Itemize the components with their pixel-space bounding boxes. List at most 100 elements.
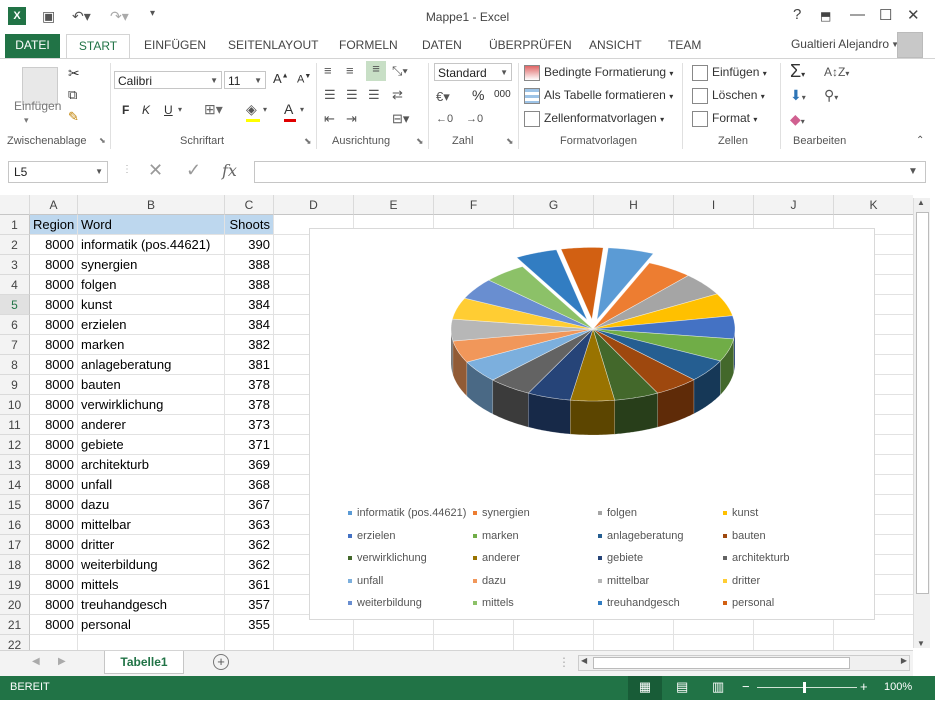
table-cell[interactable] [354,635,434,650]
align-right-icon[interactable]: ☰ [368,87,380,103]
tab-formeln[interactable]: FORMELN [339,38,398,52]
table-cell[interactable]: anderer [78,415,225,435]
enter-icon[interactable]: ✓ [186,160,201,181]
column-header-g[interactable]: G [514,195,594,215]
zoom-slider-thumb[interactable] [803,682,806,693]
legend-entry[interactable]: mittelbar [598,575,649,587]
sort-filter-icon[interactable]: A↕Z▾ [824,65,849,79]
table-cell[interactable]: 8000 [30,235,78,255]
legend-entry[interactable]: bauten [723,530,766,542]
tab-einfuegen[interactable]: EINFÜGEN [144,38,206,52]
align-left-icon[interactable]: ☰ [324,87,336,103]
table-cell[interactable]: 8000 [30,335,78,355]
table-cell[interactable]: 388 [225,255,274,275]
row-header[interactable]: 20 [0,595,30,615]
scroll-left-icon[interactable]: ◀ [581,656,587,665]
legend-entry[interactable]: dazu [473,575,506,587]
row-header[interactable]: 1 [0,215,30,235]
table-cell[interactable]: bauten [78,375,225,395]
clear-icon[interactable]: ◆▾ [790,111,805,128]
table-cell[interactable]: personal [78,615,225,635]
table-cell[interactable]: kunst [78,295,225,315]
legend-entry[interactable]: architekturb [723,552,789,564]
splitter-icon[interactable]: ⋮ [558,655,570,669]
font-color-dropdown-icon[interactable]: ▾ [300,105,304,114]
legend-entry[interactable]: weiterbildung [348,597,422,609]
scroll-down-icon[interactable]: ▼ [917,639,925,648]
column-header-i[interactable]: I [674,195,754,215]
orientation-icon[interactable]: ⤡▾ [392,63,408,79]
new-sheet-button[interactable]: + [213,654,229,670]
splitter-icon[interactable]: ⋮ [122,164,132,175]
table-cell[interactable]: erzielen [78,315,225,335]
page-layout-view-icon[interactable]: ▤ [676,679,688,695]
table-cell[interactable]: 8000 [30,575,78,595]
table-cell[interactable]: 362 [225,535,274,555]
legend-entry[interactable]: erzielen [348,530,396,542]
table-cell[interactable]: 378 [225,395,274,415]
copy-icon[interactable]: ⧉ [68,87,77,103]
alignment-launcher-icon[interactable]: ⬊ [416,136,424,147]
row-header[interactable]: 12 [0,435,30,455]
column-header-f[interactable]: F [434,195,514,215]
table-cell[interactable]: 362 [225,555,274,575]
scroll-up-icon[interactable]: ▲ [917,198,925,207]
table-cell[interactable]: 8000 [30,315,78,335]
table-cell[interactable]: weiterbildung [78,555,225,575]
tab-ansicht[interactable]: ANSICHT [589,38,642,52]
tab-start[interactable]: START [66,34,130,59]
page-break-view-icon[interactable]: ▥ [712,679,724,695]
legend-entry[interactable]: marken [473,530,519,542]
table-cell[interactable]: 384 [225,295,274,315]
wrap-text-icon[interactable]: ⇄ [392,87,403,103]
format-cells-button[interactable]: Format ▾ [692,111,757,127]
row-header[interactable]: 13 [0,455,30,475]
format-as-table-button[interactable]: Als Tabelle formatieren ▾ [524,88,673,104]
table-cell[interactable]: 8000 [30,555,78,575]
maximize-button[interactable]: ☐ [879,6,892,24]
table-cell[interactable]: 8000 [30,595,78,615]
italic-button[interactable]: K [142,103,150,117]
zoom-out-icon[interactable]: − [742,679,750,694]
row-header[interactable]: 11 [0,415,30,435]
zoom-in-icon[interactable]: + [860,679,868,694]
table-cell[interactable]: 363 [225,515,274,535]
table-cell[interactable]: folgen [78,275,225,295]
bold-button[interactable]: F [122,103,129,117]
table-cell[interactable]: 368 [225,475,274,495]
column-header-e[interactable]: E [354,195,434,215]
table-cell[interactable]: 371 [225,435,274,455]
table-cell[interactable]: 8000 [30,435,78,455]
row-header[interactable]: 9 [0,375,30,395]
collapse-ribbon-icon[interactable]: ⌃ [916,135,924,146]
grow-font-icon[interactable]: A▲ [273,71,289,86]
row-header[interactable]: 17 [0,535,30,555]
number-launcher-icon[interactable]: ⬊ [506,136,514,147]
insert-function-button[interactable]: fx [222,161,237,180]
fill-color-icon[interactable]: ◈ [246,101,260,122]
column-header-c[interactable]: C [225,195,274,215]
table-cell[interactable]: 8000 [30,395,78,415]
percent-button[interactable]: % [472,87,484,103]
table-cell[interactable] [30,635,78,650]
column-header-j[interactable]: J [754,195,834,215]
table-cell[interactable]: 8000 [30,475,78,495]
table-cell[interactable]: 381 [225,355,274,375]
delete-cells-button[interactable]: Löschen ▾ [692,88,765,104]
legend-entry[interactable]: synergien [473,507,530,519]
vertical-scrollbar[interactable]: ▲ ▼ [913,198,930,648]
merge-center-icon[interactable]: ⊟▾ [392,111,409,127]
select-all-corner[interactable] [0,195,30,215]
vertical-scroll-thumb[interactable] [916,212,929,594]
table-cell[interactable]: 361 [225,575,274,595]
insert-cells-button[interactable]: Einfügen ▾ [692,65,767,81]
table-cell[interactable]: 388 [225,275,274,295]
minimize-button[interactable]: — [850,6,865,23]
column-header-a[interactable]: A [30,195,78,215]
table-cell[interactable]: synergien [78,255,225,275]
table-cell[interactable]: anlageberatung [78,355,225,375]
zoom-level[interactable]: 100% [884,681,912,693]
table-cell[interactable] [514,635,594,650]
user-name[interactable]: Gualtieri Alejandro [791,37,889,51]
table-cell[interactable]: gebiete [78,435,225,455]
